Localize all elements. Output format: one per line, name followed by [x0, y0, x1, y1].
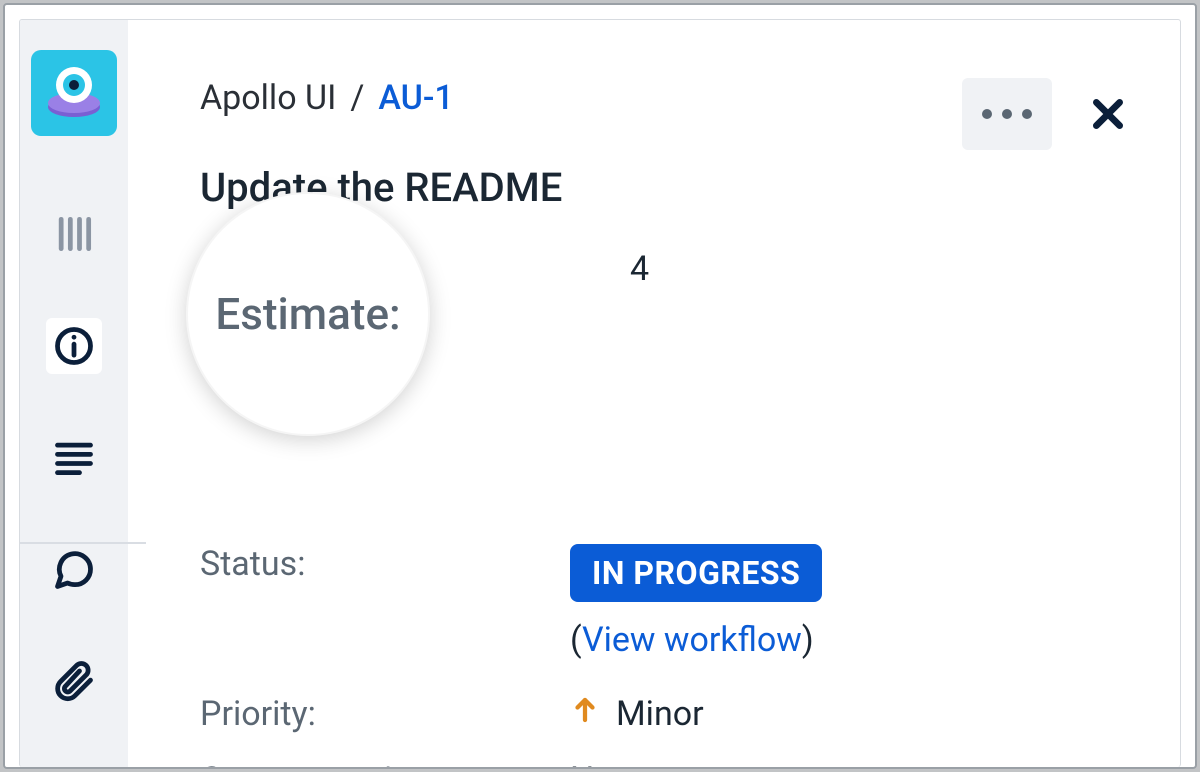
workflow-line: (View workflow) [570, 620, 1120, 660]
status-row: Status: IN PROGRESS (View workflow) [200, 544, 1120, 660]
view-workflow-link[interactable]: View workflow [582, 620, 802, 660]
close-button[interactable] [1080, 86, 1136, 142]
breadcrumb-separator: / [350, 78, 364, 118]
drag-handle-icon[interactable] [46, 206, 102, 262]
breadcrumb-issue-key[interactable]: AU-1 [378, 78, 453, 118]
estimate-label: Estimate: [215, 288, 400, 340]
priority-row: Priority: Minor [200, 694, 1120, 734]
issue-sidebar [20, 20, 128, 767]
workflow-suffix: ) [802, 620, 814, 660]
sidebar-divider [19, 542, 146, 544]
more-dots-icon [1022, 109, 1032, 119]
status-label: Status: [200, 544, 570, 584]
priority-up-arrow-icon [570, 694, 600, 734]
components-label: Component/s: [200, 760, 570, 767]
info-icon[interactable] [46, 318, 102, 374]
workflow-prefix: ( [570, 620, 582, 660]
more-dots-icon [982, 109, 992, 119]
issue-main: Apollo UI / AU-1 Update the README 4 Det… [128, 20, 1180, 767]
comment-icon[interactable] [46, 542, 102, 598]
priority-label: Priority: [200, 694, 570, 734]
breadcrumb-project[interactable]: Apollo UI [200, 78, 336, 118]
more-dots-icon [1002, 109, 1012, 119]
components-row: Component/s: None [200, 760, 1120, 767]
details-block: Status: IN PROGRESS (View workflow) Prio… [200, 544, 1120, 767]
project-avatar-icon[interactable] [31, 50, 117, 136]
estimate-value[interactable]: 4 [630, 249, 649, 289]
attachment-icon[interactable] [46, 654, 102, 710]
issue-panel: Apollo UI / AU-1 Update the README 4 Det… [19, 19, 1181, 767]
components-value[interactable]: None [570, 760, 1120, 767]
status-badge[interactable]: IN PROGRESS [570, 544, 822, 602]
priority-value[interactable]: Minor [616, 694, 704, 734]
app-window: Apollo UI / AU-1 Update the README 4 Det… [3, 3, 1197, 769]
text-lines-icon[interactable] [46, 430, 102, 486]
more-actions-button[interactable] [962, 78, 1052, 150]
magnified-estimate-callout: Estimate: [186, 192, 430, 436]
